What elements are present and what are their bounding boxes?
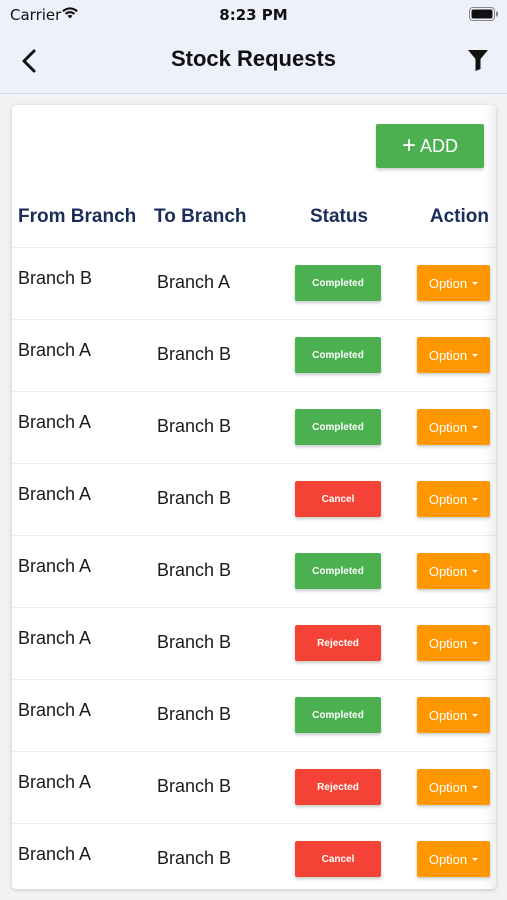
option-label: Option (428, 851, 468, 867)
option-dropdown-button[interactable]: Option (417, 337, 490, 373)
battery-icon (469, 7, 499, 25)
caret-down-icon (472, 857, 479, 861)
to-branch-cell: Branch B (157, 848, 232, 868)
status-bar: Carrier 8:23 PM (0, 0, 507, 30)
from-branch-cell: Branch A (18, 340, 92, 360)
status-badge: Completed (295, 337, 381, 373)
from-branch-cell: Branch A (18, 628, 92, 648)
filter-icon[interactable] (467, 48, 489, 72)
status-badge: Completed (295, 265, 381, 301)
to-branch-cell: Branch B (157, 560, 232, 580)
add-button-label: ADD (420, 135, 459, 156)
option-label: Option (428, 563, 468, 579)
from-branch-cell: Branch A (18, 556, 92, 576)
table-row[interactable]: Branch A Branch B Cancel Option (12, 464, 496, 536)
page-title: Stock Requests (170, 46, 337, 71)
option-dropdown-button[interactable]: Option (417, 769, 490, 805)
table-row[interactable]: Branch A Branch B Completed Option (12, 320, 496, 392)
status-badge: Cancel (295, 841, 381, 877)
option-dropdown-button[interactable]: Option (417, 697, 490, 733)
option-dropdown-button[interactable]: Option (417, 625, 490, 661)
caret-down-icon (472, 281, 479, 285)
option-label: Option (428, 635, 468, 651)
caret-down-icon (472, 785, 479, 789)
table-header: From Branch To Branch Status Action (12, 200, 496, 248)
option-dropdown-button[interactable]: Option (417, 481, 490, 517)
status-badge: Rejected (295, 769, 381, 805)
table-row[interactable]: Branch B Branch A Completed Option (12, 248, 496, 320)
option-label: Option (428, 275, 468, 291)
header-status: Status (309, 206, 369, 227)
from-branch-cell: Branch A (18, 484, 92, 504)
caret-down-icon (472, 713, 479, 717)
to-branch-cell: Branch B (157, 416, 232, 436)
status-badge: Completed (295, 697, 381, 733)
requests-table-body: Branch B Branch A Completed Option Branc… (12, 248, 496, 889)
status-badge: Rejected (295, 625, 381, 661)
option-dropdown-button[interactable]: Option (417, 553, 490, 589)
table-row[interactable]: Branch A Branch B Cancel Option (12, 824, 496, 889)
from-branch-cell: Branch A (18, 700, 92, 720)
to-branch-cell: Branch B (157, 344, 232, 364)
table-row[interactable]: Branch A Branch B Completed Option (12, 392, 496, 464)
caret-down-icon (472, 497, 479, 501)
option-label: Option (428, 419, 468, 435)
add-button[interactable]: + ADD (376, 124, 484, 168)
caret-down-icon (472, 569, 479, 573)
plus-icon: + (401, 132, 416, 159)
table-row[interactable]: Branch A Branch B Rejected Option (12, 752, 496, 824)
to-branch-cell: Branch B (157, 704, 232, 724)
option-label: Option (428, 491, 468, 507)
to-branch-cell: Branch A (157, 272, 231, 292)
caret-down-icon (472, 353, 479, 357)
table-row[interactable]: Branch A Branch B Completed Option (12, 536, 496, 608)
table-row[interactable]: Branch A Branch B Completed Option (12, 680, 496, 752)
to-branch-cell: Branch B (157, 488, 232, 508)
status-badge: Completed (295, 553, 381, 589)
from-branch-cell: Branch B (18, 268, 93, 288)
table-row[interactable]: Branch A Branch B Rejected Option (12, 608, 496, 680)
option-dropdown-button[interactable]: Option (417, 409, 490, 445)
option-dropdown-button[interactable]: Option (417, 265, 490, 301)
to-branch-cell: Branch B (157, 632, 232, 652)
caret-down-icon (472, 641, 479, 645)
option-dropdown-button[interactable]: Option (417, 841, 490, 877)
option-label: Option (428, 707, 468, 723)
from-branch-cell: Branch A (18, 772, 92, 792)
stock-requests-card: + ADD From Branch To Branch Status Actio… (12, 105, 496, 889)
header-from-branch: From Branch (18, 206, 137, 227)
clock-time: 8:23 PM (219, 6, 288, 24)
status-badge: Cancel (295, 481, 381, 517)
option-label: Option (428, 347, 468, 363)
navigation-bar: Stock Requests (0, 30, 507, 94)
option-label: Option (428, 779, 468, 795)
to-branch-cell: Branch B (157, 776, 232, 796)
header-to-branch: To Branch (154, 206, 247, 227)
caret-down-icon (472, 425, 479, 429)
scroll-edge-shadow (484, 105, 496, 889)
from-branch-cell: Branch A (18, 412, 92, 432)
from-branch-cell: Branch A (18, 844, 92, 864)
status-badge: Completed (295, 409, 381, 445)
